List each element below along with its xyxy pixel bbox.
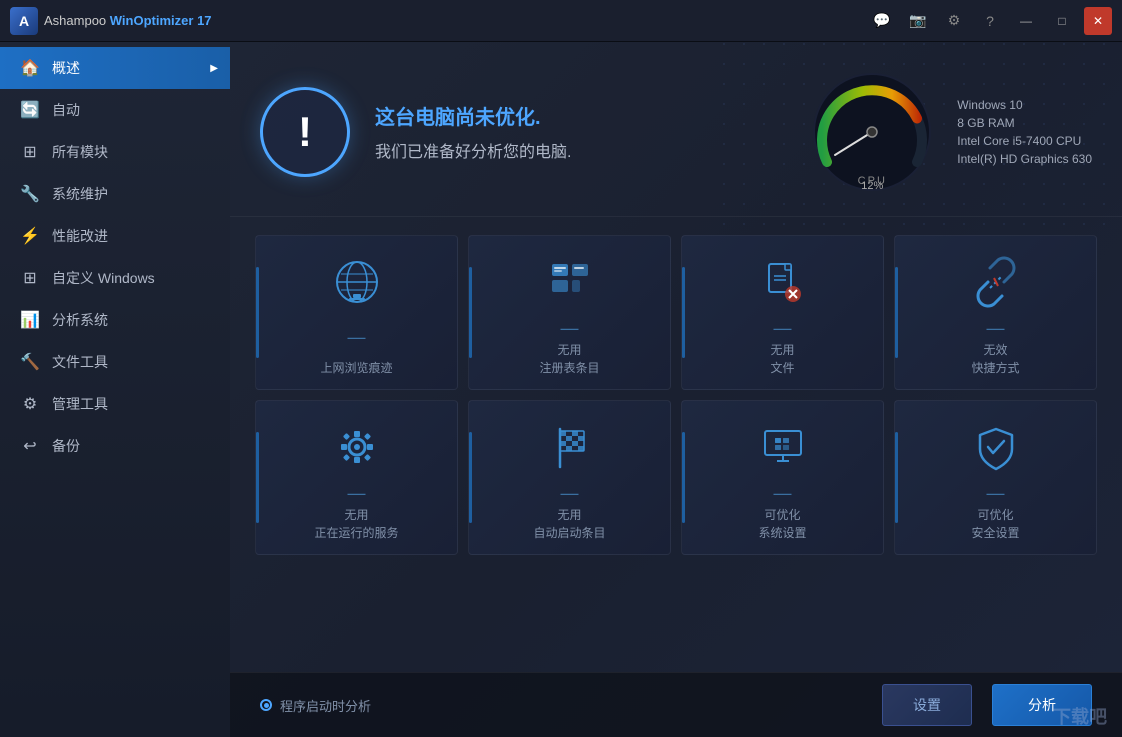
sidebar-label-backup: 备份 [52,436,80,456]
shield-icon [968,419,1024,475]
analyze-button[interactable]: 分析 [992,684,1092,726]
titlebar-left: A Ashampoo WinOptimizer 17 [10,7,212,35]
backup-icon: ↩ [20,436,40,456]
sidebar-label-customize: 自定义 Windows [52,268,155,288]
card-value-autostart: — [561,484,579,502]
gauge-wrapper: CPU 12% [807,67,937,197]
sidebar-label-analyze: 分析系统 [52,310,108,330]
sys-cpu: Intel Core i5-7400 CPU [957,134,1092,148]
titlebar: A Ashampoo WinOptimizer 17 💬 📷 ⚙ ? — □ ✕ [0,0,1122,42]
sidebar: 🏠 概述 🔄 自动 ⊞ 所有模块 🔧 系统维护 ⚡ 性能改进 ⊞ 自定义 Win… [0,42,230,737]
radio-button[interactable] [260,699,272,711]
cpu-gauge-container: CPU 12% Windows 10 8 GB RAM Intel Core i… [807,67,1092,197]
sidebar-item-performance[interactable]: ⚡ 性能改进 [0,215,230,257]
sys-ram: 8 GB RAM [957,116,1092,130]
header-section: ! 这台电脑尚未优化. 我们已准备好分析您的电脑. [230,42,1122,217]
file-tools-icon: 🔨 [20,352,40,372]
settings-button[interactable]: 设置 [882,684,972,726]
card-label-browser: 上网浏览痕迹 [320,359,392,377]
sidebar-label-auto: 自动 [52,100,80,120]
minimize-button[interactable]: — [1012,7,1040,35]
card-useless-registry[interactable]: — 无用注册表条目 [468,235,671,390]
sidebar-item-auto[interactable]: 🔄 自动 [0,89,230,131]
gauge-percent: 12% [861,180,883,192]
manage-icon: ⚙ [20,394,40,414]
sidebar-item-manage-tools[interactable]: ⚙ 管理工具 [0,383,230,425]
card-label-shortcuts: 无效快捷方式 [971,341,1019,377]
sidebar-label-overview: 概述 [52,58,80,78]
sys-os: Windows 10 [957,98,1092,112]
bottom-bar: 程序启动时分析 设置 分析 [230,672,1122,737]
card-value-shortcuts: — [987,319,1005,337]
titlebar-right: 💬 📷 ⚙ ? — □ ✕ [868,7,1112,35]
maximize-button[interactable]: □ [1048,7,1076,35]
warning-circle: ! [260,87,350,177]
sidebar-label-performance: 性能改进 [52,226,108,246]
sidebar-item-analyze[interactable]: 📊 分析系统 [0,299,230,341]
card-optimize-security[interactable]: — 可优化安全设置 [894,400,1097,555]
globe-icon [329,254,385,310]
header-main-title: 这台电脑尚未优化. [375,101,807,130]
settings-icon[interactable]: ⚙ [940,7,968,35]
card-value-browser: — [348,328,366,346]
chart-icon: 📊 [20,310,40,330]
windows-icon: ⊞ [20,268,40,288]
auto-analyze-option[interactable]: 程序启动时分析 [260,696,371,715]
flag-icon [542,419,598,475]
card-label-registry: 无用注册表条目 [539,341,599,377]
camera-icon[interactable]: 📷 [904,7,932,35]
sidebar-item-maintenance[interactable]: 🔧 系统维护 [0,173,230,215]
radio-dot-inner [264,703,269,708]
close-button[interactable]: ✕ [1084,7,1112,35]
card-value-system-settings: — [774,484,792,502]
card-value-registry: — [561,319,579,337]
card-label-files: 无用文件 [770,341,794,377]
help-icon[interactable]: ? [976,7,1004,35]
warning-icon: ! [298,111,312,153]
card-label-autostart: 无用自动启动条目 [533,506,605,542]
gear-service-icon [329,419,385,475]
card-label-system-settings: 可优化系统设置 [758,506,806,542]
system-info: Windows 10 8 GB RAM Intel Core i5-7400 C… [957,98,1092,166]
content-area: ! 这台电脑尚未优化. 我们已准备好分析您的电脑. [230,42,1122,737]
speed-icon: ⚡ [20,226,40,246]
card-browser-traces[interactable]: — 上网浏览痕迹 [255,235,458,390]
auto-icon: 🔄 [20,100,40,120]
header-text: 这台电脑尚未优化. 我们已准备好分析您的电脑. [375,101,807,162]
monitor-settings-icon [755,419,811,475]
sidebar-item-all-modules[interactable]: ⊞ 所有模块 [0,131,230,173]
sidebar-item-overview[interactable]: 🏠 概述 [0,47,230,89]
main-container: 🏠 概述 🔄 自动 ⊞ 所有模块 🔧 系统维护 ⚡ 性能改进 ⊞ 自定义 Win… [0,42,1122,737]
card-label-security: 可优化安全设置 [971,506,1019,542]
broken-link-icon [968,254,1024,310]
sidebar-label-manage: 管理工具 [52,394,108,414]
sidebar-label-maintenance: 系统维护 [52,184,108,204]
card-value-security: — [987,484,1005,502]
wrench-icon: 🔧 [20,184,40,204]
card-useless-autostart[interactable]: — 无用自动启动条目 [468,400,671,555]
card-value-files: — [774,319,792,337]
file-delete-icon [755,254,811,310]
card-useless-files[interactable]: — 无用文件 [681,235,884,390]
card-label-services: 无用正在运行的服务 [314,506,398,542]
sys-gpu: Intel(R) HD Graphics 630 [957,152,1092,166]
sidebar-item-customize-windows[interactable]: ⊞ 自定义 Windows [0,257,230,299]
sidebar-label-file-tools: 文件工具 [52,352,108,372]
card-invalid-shortcuts[interactable]: — 无效快捷方式 [894,235,1097,390]
chat-icon[interactable]: 💬 [868,7,896,35]
sidebar-label-all-modules: 所有模块 [52,142,108,162]
sidebar-item-file-tools[interactable]: 🔨 文件工具 [0,341,230,383]
app-title: Ashampoo WinOptimizer 17 [44,13,212,28]
home-icon: 🏠 [20,58,40,78]
header-sub-title: 我们已准备好分析您的电脑. [375,138,807,162]
card-value-services: — [348,484,366,502]
auto-analyze-label: 程序启动时分析 [280,696,371,715]
card-optimize-system[interactable]: — 可优化系统设置 [681,400,884,555]
grid-section: — 上网浏览痕迹 — 无用注 [230,217,1122,573]
sidebar-item-backup[interactable]: ↩ 备份 [0,425,230,467]
app-logo: A [10,7,38,35]
card-useless-services[interactable]: — 无用正在运行的服务 [255,400,458,555]
grid-icon: ⊞ [20,142,40,162]
registry-icon [542,254,598,310]
